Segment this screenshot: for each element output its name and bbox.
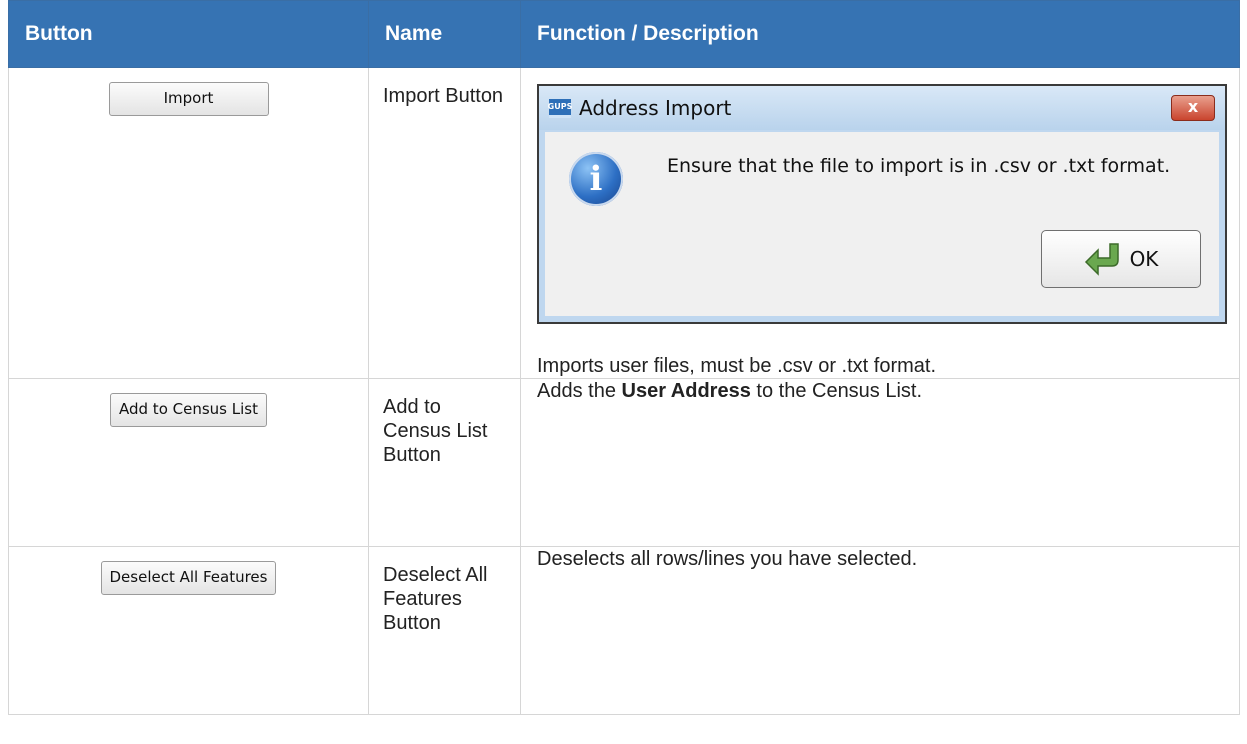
header-button: Button bbox=[8, 0, 369, 68]
header-name: Name bbox=[368, 0, 521, 68]
description-cell: Deselects all rows/lines you have select… bbox=[520, 546, 1240, 715]
header-function: Function / Description bbox=[520, 0, 1240, 68]
ok-label: OK bbox=[1129, 247, 1159, 271]
dialog-body: i Ensure that the file to import is in .… bbox=[545, 132, 1219, 316]
add-to-census-list-button[interactable]: Add to Census List bbox=[110, 393, 267, 427]
description-cell: GUPS Address Import x i Ensure that the … bbox=[520, 67, 1240, 379]
dialog-title: Address Import bbox=[579, 96, 732, 120]
description-bold-term: User Address bbox=[621, 380, 751, 402]
header-row: Button Name Function / Description bbox=[8, 0, 1240, 68]
name-cell: Add to Census List Button bbox=[368, 378, 521, 547]
info-icon: i bbox=[569, 152, 623, 206]
dialog-message: Ensure that the file to import is in .cs… bbox=[667, 155, 1171, 177]
name-cell: Import Button bbox=[368, 67, 521, 379]
name-cell: Deselect All Features Button bbox=[368, 546, 521, 715]
ok-button[interactable]: OK bbox=[1041, 230, 1201, 288]
button-reference-table: Button Name Function / Description Impor… bbox=[8, 0, 1240, 715]
description-text: to the Census List. bbox=[750, 380, 923, 402]
button-cell: Import bbox=[8, 67, 369, 379]
close-button[interactable]: x bbox=[1171, 95, 1215, 121]
table-row: Add to Census List Add to Census List Bu… bbox=[8, 378, 1240, 547]
address-import-dialog: GUPS Address Import x i Ensure that the … bbox=[537, 84, 1227, 324]
green-arrow-icon bbox=[1084, 243, 1119, 276]
description-cell: Adds the User Address to the Census List… bbox=[520, 378, 1240, 547]
app-icon: GUPS bbox=[548, 98, 572, 118]
import-description: Imports user files, must be .csv or .txt… bbox=[537, 355, 936, 377]
button-cell: Add to Census List bbox=[8, 378, 369, 547]
table-row: Import Import Button GUPS Address Import… bbox=[8, 67, 1240, 379]
button-cell: Deselect All Features bbox=[8, 546, 369, 715]
description-text: Adds the bbox=[537, 380, 622, 402]
table-row: Deselect All Features Deselect All Featu… bbox=[8, 546, 1240, 715]
dialog-titlebar: GUPS Address Import x bbox=[539, 86, 1225, 130]
import-button[interactable]: Import bbox=[108, 82, 269, 116]
deselect-all-features-button[interactable]: Deselect All Features bbox=[100, 561, 277, 595]
